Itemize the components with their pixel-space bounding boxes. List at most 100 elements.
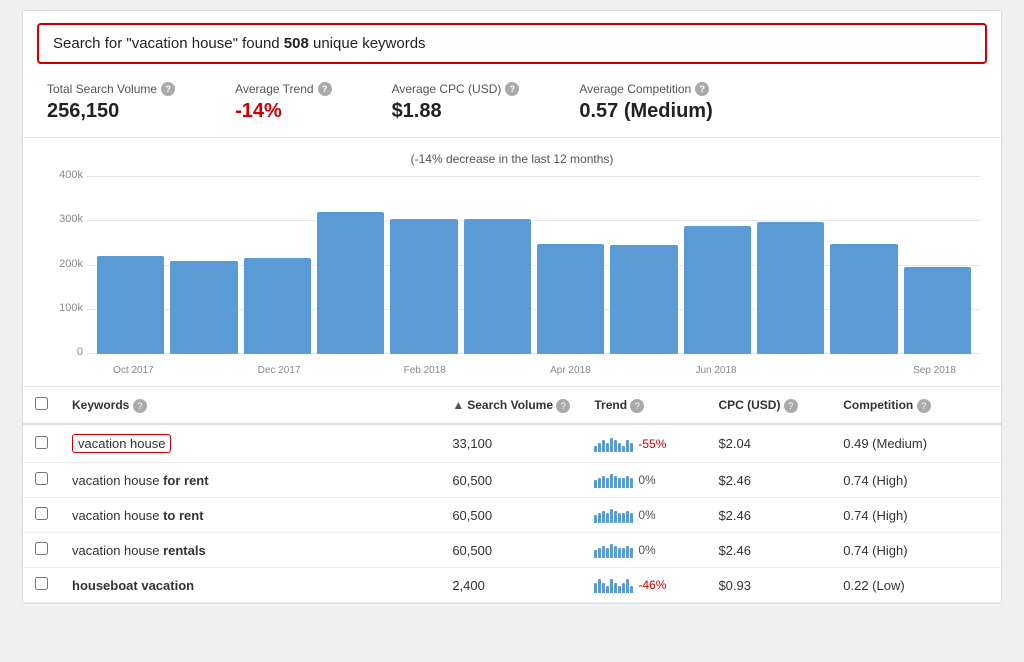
mini-bar-3-2 [602,546,605,558]
trend-pct-3: 0% [638,543,655,557]
mini-bar-3-5 [614,546,617,558]
mini-bar-3-1 [598,548,601,558]
table-section: Keywords ? ▲Search Volume ? Trend ? CPC … [23,387,1001,603]
mini-bar-0-0 [594,446,597,452]
mini-bar-3-8 [626,546,629,558]
mini-bars-2 [594,507,633,523]
table-body: vacation house33,100-55%$2.040.49 (Mediu… [23,424,1001,603]
volume-cell-4: 2,400 [440,568,582,603]
cpc-info-icon[interactable]: ? [784,399,798,413]
stat-info-icon-0[interactable]: ? [161,82,175,96]
search-header: Search for "vacation house" found 508 un… [37,23,987,64]
trend-pct-2: 0% [638,508,655,522]
stat-block-0: Total Search Volume ? 256,150 [47,82,175,123]
y-label-1: 300k [43,213,83,225]
header-cpc-label: CPC (USD) [718,398,780,412]
bar-4 [390,219,457,354]
main-container: Search for "vacation house" found 508 un… [22,10,1002,604]
checkbox-1[interactable] [35,472,48,485]
bar-group-2 [244,176,311,354]
stat-info-icon-1[interactable]: ? [318,82,332,96]
competition-info-icon[interactable]: ? [917,399,931,413]
x-labels: Oct 2017Dec 2017Feb 2018Apr 2018Jun 2018… [87,356,981,376]
stat-block-3: Average Competition ? 0.57 (Medium) [579,82,712,123]
table-row: vacation house to rent60,5000%$2.460.74 … [23,498,1001,533]
bar-group-7 [610,176,677,354]
keywords-info-icon[interactable]: ? [133,399,147,413]
trend-pct-0: -55% [638,437,666,451]
bar-group-4 [390,176,457,354]
mini-bar-3-6 [618,548,621,558]
bar-group-10 [830,176,897,354]
stat-info-icon-2[interactable]: ? [505,82,519,96]
stat-label-3: Average Competition ? [579,82,712,96]
mini-bar-2-7 [622,513,625,523]
row-checkbox-1 [23,463,60,498]
table-header-row: Keywords ? ▲Search Volume ? Trend ? CPC … [23,387,1001,424]
header-checkbox-col [23,387,60,424]
bar-6 [537,244,604,354]
cpc-cell-2: $2.46 [706,498,831,533]
bar-group-6 [537,176,604,354]
competition-cell-4: 0.22 (Low) [831,568,1001,603]
bar-1 [170,261,237,354]
header-volume-label: Search Volume [467,398,553,412]
mini-bar-2-6 [618,513,621,523]
stat-info-icon-3[interactable]: ? [695,82,709,96]
x-label-slot-7 [607,356,680,376]
mini-bar-2-5 [614,511,617,523]
mini-bar-2-2 [602,511,605,523]
bar-group-8 [684,176,751,354]
mini-bar-2-8 [626,511,629,523]
mini-bar-4-9 [630,586,633,593]
x-label-slot-11: Sep 2018 [898,356,971,376]
y-label-0: 400k [43,169,83,181]
mini-bars-3 [594,542,633,558]
bar-2 [244,258,311,354]
stat-block-1: Average Trend ? -14% [235,82,332,123]
trend-pct-1: 0% [638,473,655,487]
bar-0 [97,256,164,354]
competition-cell-3: 0.74 (High) [831,533,1001,568]
mini-bar-0-7 [622,446,625,452]
mini-bar-2-0 [594,515,597,523]
stat-block-2: Average CPC (USD) ? $1.88 [392,82,520,123]
mini-bar-0-1 [598,443,601,451]
x-label-slot-2: Dec 2017 [243,356,316,376]
trend-content-2: 0% [594,507,694,523]
header-keywords-label: Keywords [72,398,129,412]
trend-info-icon[interactable]: ? [630,399,644,413]
trend-content-0: -55% [594,436,694,452]
header-volume[interactable]: ▲Search Volume ? [440,387,582,424]
y-label-3: 100k [43,302,83,314]
mini-bar-1-3 [606,478,609,488]
checkbox-4[interactable] [35,577,48,590]
stat-label-0: Total Search Volume ? [47,82,175,96]
competition-cell-2: 0.74 (High) [831,498,1001,533]
stat-label-2: Average CPC (USD) ? [392,82,520,96]
bar-group-1 [170,176,237,354]
checkbox-2[interactable] [35,507,48,520]
stat-label-1: Average Trend ? [235,82,332,96]
row-checkbox-3 [23,533,60,568]
mini-bar-0-4 [610,438,613,452]
checkbox-3[interactable] [35,542,48,555]
mini-bar-3-4 [610,544,613,558]
checkbox-0[interactable] [35,436,48,449]
header-trend: Trend ? [582,387,706,424]
chart-title: (-14% decrease in the last 12 months) [43,152,981,166]
bar-7 [610,245,677,354]
x-label-slot-10 [825,356,898,376]
keyword-highlighted: vacation house [72,434,171,453]
x-label-slot-6: Apr 2018 [534,356,607,376]
stat-value-2: $1.88 [392,100,520,123]
y-label-4: 0 [43,346,83,358]
select-all-checkbox[interactable] [35,397,48,410]
mini-bar-1-6 [618,478,621,488]
x-label-slot-8: Jun 2018 [680,356,753,376]
mini-bars-4 [594,577,633,593]
mini-bar-0-5 [614,440,617,451]
volume-cell-0: 33,100 [440,424,582,463]
trend-content-4: -46% [594,577,694,593]
volume-info-icon[interactable]: ? [556,399,570,413]
